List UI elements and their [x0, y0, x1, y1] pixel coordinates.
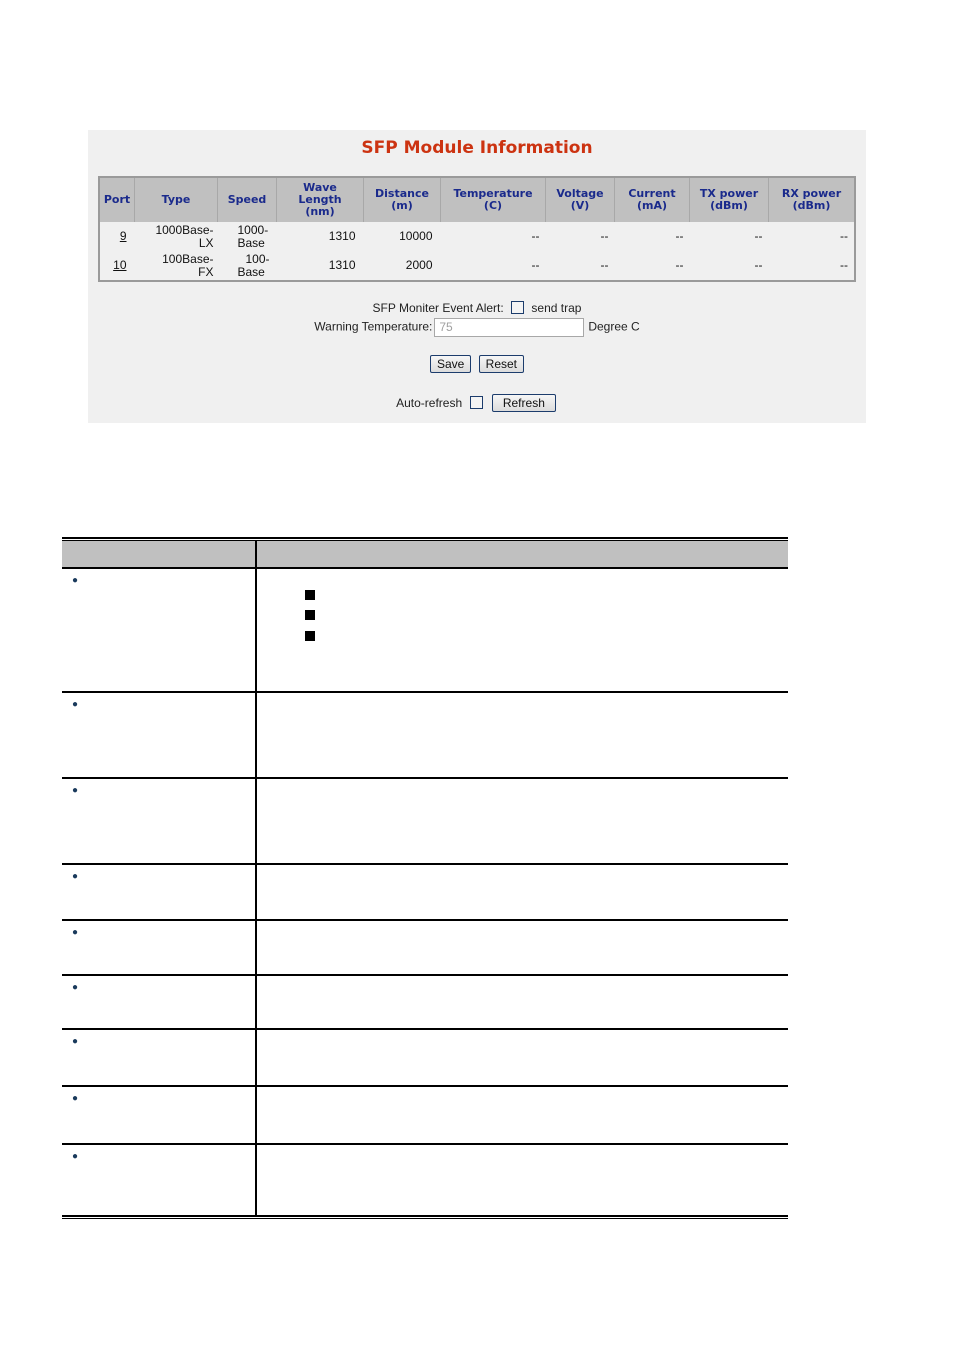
voltage-cell: --	[600, 258, 609, 272]
col-tx-power: TX power (dBm)	[689, 177, 769, 222]
voltage-cell: --	[600, 229, 609, 243]
wavelength-cell: 1310	[328, 229, 356, 243]
auto-refresh-checkbox[interactable]	[469, 396, 483, 409]
send-trap-checkbox[interactable]	[511, 301, 525, 314]
bullet-icon: ●	[72, 785, 79, 796]
distance-cell: 2000	[405, 258, 433, 272]
col-temperature: Temperature (C)	[440, 177, 546, 222]
reset-button[interactable]: Reset	[478, 355, 525, 373]
rx-power-cell: --	[840, 229, 848, 243]
type-cell: 100Base- FX	[162, 251, 214, 279]
list-item: ●	[62, 865, 788, 921]
refresh-row: Auto-refresh Refresh	[88, 394, 866, 412]
panel-title: SFP Module Information	[361, 138, 593, 158]
col-rx-power: RX power (dBm)	[768, 177, 855, 222]
bullet-icon: ●	[72, 927, 79, 938]
col-current: Current (mA)	[614, 177, 690, 222]
current-cell: --	[675, 258, 684, 272]
list-item: ●	[62, 1030, 788, 1087]
bullet-icon: ●	[72, 1151, 79, 1162]
current-cell: --	[675, 229, 684, 243]
warning-temp-unit: Degree C	[588, 319, 640, 334]
col-wavelength: Wave Length (nm)	[276, 177, 364, 222]
temperature-cell: --	[531, 258, 540, 272]
send-trap-label: send trap	[531, 301, 582, 315]
list-item: ●	[62, 1087, 788, 1145]
table-bottom-rule	[62, 1218, 788, 1219]
warning-temp-label: Warning Temperature:	[314, 319, 433, 334]
col-type: Type	[134, 177, 218, 222]
event-alert-row: SFP Moniter Event Alert: send trap	[88, 301, 866, 315]
warning-temp-input[interactable]: 75	[434, 318, 585, 337]
list-item: ●	[62, 693, 788, 779]
port-link[interactable]: 9	[120, 229, 127, 243]
header-description-cell	[257, 541, 788, 567]
save-button[interactable]: Save	[429, 355, 472, 373]
table-row: 9 1000Base- LX 1000- Base 1310 10000 -- --…	[99, 222, 855, 251]
col-voltage: Voltage (V)	[545, 177, 615, 222]
list-item: ●	[62, 976, 788, 1030]
refresh-button[interactable]: Refresh	[491, 394, 556, 412]
event-alert-label: SFP Moniter Event Alert:	[372, 301, 504, 315]
list-item: ●	[62, 1145, 788, 1217]
type-cell: 1000Base- LX	[155, 222, 214, 250]
bullet-icon: ●	[72, 575, 79, 586]
wavelength-cell: 1310	[328, 258, 356, 272]
sfp-module-panel: SFP Module Information Port Type Speed W…	[88, 130, 866, 423]
bullet-icon: ●	[72, 982, 79, 993]
warning-temp-row: Warning Temperature: 75 Degree C	[88, 318, 866, 337]
sfp-table: Port Type Speed Wave Length (nm) Distance(…	[98, 176, 856, 282]
save-reset-row: Save Reset	[88, 355, 866, 373]
bullet-icon: ●	[72, 871, 79, 882]
bullet-icon: ●	[72, 1036, 79, 1047]
tx-power-cell: --	[754, 229, 763, 243]
speed-cell: 100- Base	[237, 251, 270, 279]
tx-power-cell: --	[754, 258, 763, 272]
speed-cell: 1000- Base	[237, 222, 269, 250]
table-header-row: Port Type Speed Wave Length (nm) Distance(…	[99, 177, 855, 222]
square-bullet-icon	[305, 610, 315, 620]
description-header	[62, 541, 788, 569]
col-port: Port	[99, 177, 135, 222]
col-speed: Speed	[217, 177, 277, 222]
port-link[interactable]: 10	[113, 258, 126, 272]
bullet-icon: ●	[72, 1093, 79, 1104]
distance-cell: 10000	[399, 229, 433, 243]
auto-refresh-label: Auto-refresh	[396, 396, 463, 410]
list-item: ●	[62, 569, 788, 693]
col-distance: Distance (m)	[363, 177, 441, 222]
rx-power-cell: --	[840, 258, 848, 272]
list-item: ●	[62, 779, 788, 865]
temperature-cell: --	[531, 229, 540, 243]
table-row: 10 100Base- FX 100- Base 1310 2000 -- -- -…	[99, 251, 855, 281]
table-top-rule	[62, 537, 788, 539]
list-item: ●	[62, 921, 788, 976]
bullet-icon: ●	[72, 699, 79, 710]
square-bullet-icon	[305, 590, 315, 600]
header-object-cell	[62, 541, 257, 567]
square-bullet-icon	[305, 631, 315, 641]
description-table: ● ● ● ● ● ● ● ● ●	[62, 537, 788, 1219]
